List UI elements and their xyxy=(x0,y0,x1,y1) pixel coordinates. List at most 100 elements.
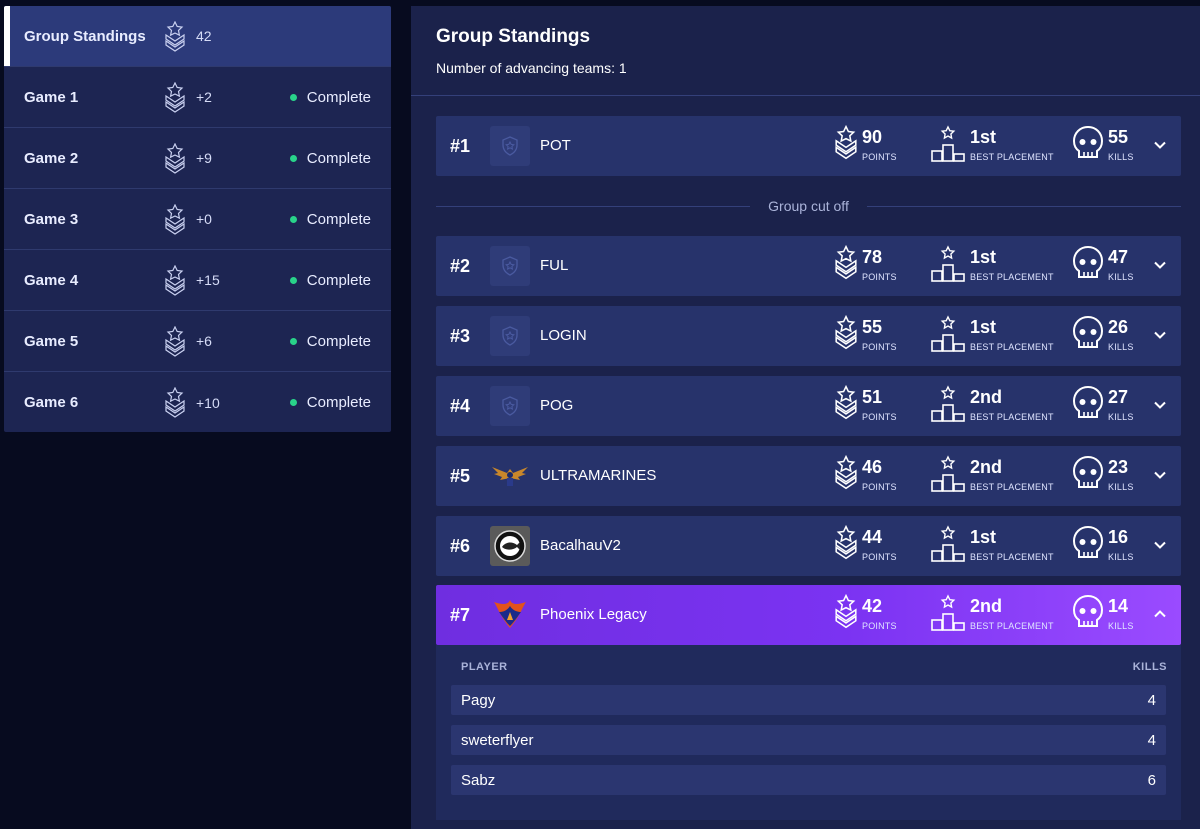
kills-label: KILLS xyxy=(1108,621,1134,631)
skull-icon xyxy=(1072,525,1104,558)
team-expanded-details: PLAYER KILLS Pagy 4 sweterflyer 4 Sabz 6 xyxy=(436,645,1181,820)
sidebar-item-game-1[interactable]: Game 1 +2 Complete xyxy=(4,67,391,128)
status-dot-icon xyxy=(289,93,297,101)
points-value: 42 xyxy=(862,596,883,616)
team-row[interactable]: #5 ULTRAMARINES 46 POINTS 2nd BEST PLACEMENT 2… xyxy=(436,446,1181,506)
status-label: Complete xyxy=(306,394,371,411)
sidebar-item-points: +9 xyxy=(196,150,212,166)
kills-value: 14 xyxy=(1108,596,1129,616)
placement-label: BEST PLACEMENT xyxy=(970,342,1054,352)
sidebar-item-game-2[interactable]: Game 2 +9 Complete xyxy=(4,128,391,189)
kills-value: 27 xyxy=(1108,387,1129,407)
sidebar-item-points: +15 xyxy=(196,272,220,288)
team-row[interactable]: #2 FUL 78 POINTS 1st BEST PLACEMENT 47 KILLS xyxy=(436,236,1181,296)
placement-value: 2nd xyxy=(970,387,1003,407)
rank-chevron-icon xyxy=(835,385,857,420)
sidebar-item-game-4[interactable]: Game 4 +15 Complete xyxy=(4,250,391,311)
team-rank: #5 xyxy=(450,466,471,486)
points-value: 90 xyxy=(862,127,883,147)
points-value: 55 xyxy=(862,317,883,337)
sidebar-item-status: Complete xyxy=(289,394,371,411)
shield-icon xyxy=(502,136,518,156)
rank-chevron-icon xyxy=(835,125,857,160)
chevron-down-icon[interactable] xyxy=(1153,538,1167,552)
status-dot-icon xyxy=(289,215,297,223)
sidebar-item-game-6[interactable]: Game 6 +10 Complete xyxy=(4,372,391,432)
skull-icon xyxy=(1072,315,1104,348)
player-name: Pagy xyxy=(461,692,496,709)
points-label: POINTS xyxy=(862,272,897,282)
status-label: Complete xyxy=(306,332,371,350)
podium-icon xyxy=(931,455,965,492)
sidebar-item-points: +0 xyxy=(196,211,212,227)
rank-chevron-icon xyxy=(835,455,857,490)
kills-value: 55 xyxy=(1108,127,1129,147)
chevron-down-icon[interactable] xyxy=(1153,328,1167,342)
cutoff-label: Group cut off xyxy=(768,198,849,214)
rank-chevron-icon xyxy=(165,204,185,235)
sidebar-item-points: +10 xyxy=(196,394,220,411)
placement-value: 1st xyxy=(970,527,997,547)
kills-label: KILLS xyxy=(1108,272,1134,282)
placement-value: 2nd xyxy=(970,457,1003,477)
player-kills: 4 xyxy=(1147,692,1156,709)
chevron-down-icon[interactable] xyxy=(1153,258,1167,272)
podium-icon xyxy=(931,315,965,352)
chevron-down-icon[interactable] xyxy=(1153,468,1167,482)
chevron-up-icon[interactable] xyxy=(1153,607,1167,621)
player-kills: 6 xyxy=(1147,772,1156,789)
player-kills: 4 xyxy=(1147,732,1156,749)
sidebar-item-game-3[interactable]: Game 3 +0 Complete xyxy=(4,189,391,250)
rank-chevron-icon xyxy=(835,245,857,280)
placement-label: BEST PLACEMENT xyxy=(970,482,1054,492)
chevron-down-icon[interactable] xyxy=(1153,138,1167,152)
team-row[interactable]: #4 POG 51 POINTS 2nd BEST PLACEMENT 27 KILLS xyxy=(436,376,1181,436)
placement-label: BEST PLACEMENT xyxy=(970,272,1054,282)
sidebar-item-label: Game 3 xyxy=(24,210,79,228)
points-label: POINTS xyxy=(862,552,897,562)
placement-value: 1st xyxy=(970,247,997,267)
player-column-header: PLAYER xyxy=(461,661,508,673)
player-table-header: PLAYER KILLS xyxy=(461,661,1167,673)
podium-icon xyxy=(931,245,965,282)
points-label: POINTS xyxy=(862,621,897,631)
points-value: 51 xyxy=(862,387,883,407)
sidebar-item-label: Game 5 xyxy=(24,332,79,350)
podium-icon xyxy=(931,385,965,422)
team-row[interactable]: #6 BacalhauV2 44 POINTS 1st BEST PLACEMENT 16 K… xyxy=(436,516,1181,576)
chevron-down-icon[interactable] xyxy=(1153,398,1167,412)
kills-value: 23 xyxy=(1108,457,1129,477)
team-name: Phoenix Legacy xyxy=(540,606,647,623)
kills-label: KILLS xyxy=(1108,152,1134,162)
phoenix-logo xyxy=(494,600,526,628)
sidebar-item-label: Game 4 xyxy=(24,271,79,289)
skull-icon xyxy=(1072,385,1104,418)
team-row[interactable]: #1 POT 90 POINTS 1st BEST PLACEMENT 55 KILLS xyxy=(436,116,1181,176)
team-name: LOGIN xyxy=(540,327,587,344)
eagle-logo xyxy=(492,467,528,486)
divider-line xyxy=(436,205,751,207)
rank-chevron-icon xyxy=(835,594,857,629)
team-row[interactable]: #7 Phoenix Legacy 42 POINTS 2nd BEST PLACEMEN… xyxy=(436,585,1181,645)
page-title: Group Standings xyxy=(436,26,591,47)
sidebar-item-status: Complete xyxy=(289,150,371,167)
fish-badge-logo xyxy=(494,530,526,562)
placement-label: BEST PLACEMENT xyxy=(970,152,1054,162)
standings-header: Group Standings Number of advancing team… xyxy=(411,6,1200,96)
rank-chevron-icon xyxy=(165,265,185,296)
team-rank: #1 xyxy=(450,136,471,156)
status-label: Complete xyxy=(306,271,371,289)
rank-chevron-icon xyxy=(835,525,857,560)
sidebar-item-game-5[interactable]: Game 5 +6 Complete xyxy=(4,311,391,372)
sidebar-item-group-standings[interactable]: Group Standings 42 xyxy=(4,6,391,67)
sidebar-item-points: +6 xyxy=(196,333,212,349)
kills-column-header: KILLS xyxy=(1132,661,1167,673)
placement-value: 1st xyxy=(970,127,997,147)
team-name: POT xyxy=(540,137,571,154)
sidebar-item-status: Complete xyxy=(289,271,371,289)
points-label: POINTS xyxy=(862,342,897,352)
team-row[interactable]: #3 LOGIN 55 POINTS 1st BEST PLACEMENT 26 KILLS xyxy=(436,306,1181,366)
team-name: ULTRAMARINES xyxy=(540,467,657,484)
sidebar-item-status: Complete xyxy=(289,332,371,350)
sidebar-item-points: +2 xyxy=(196,89,212,105)
